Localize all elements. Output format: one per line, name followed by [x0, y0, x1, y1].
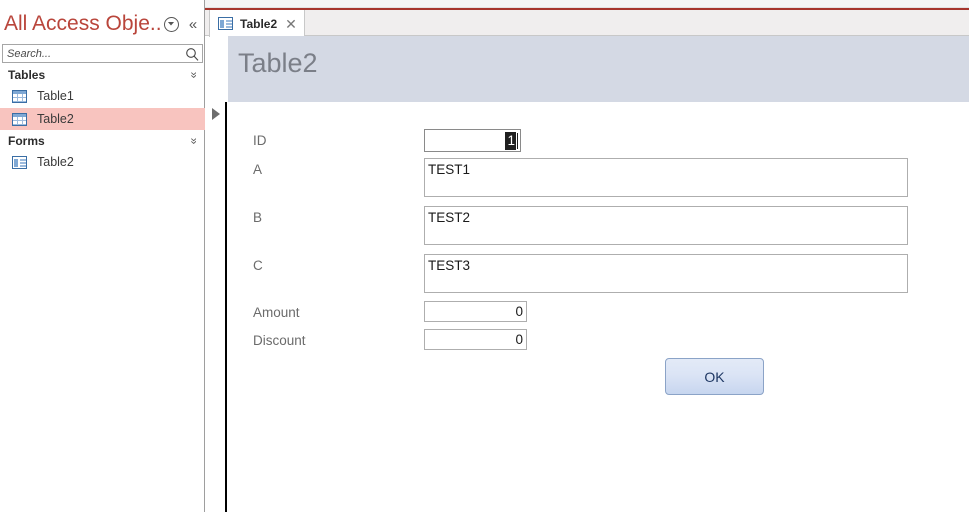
nav-group-forms[interactable]: Forms « — [0, 130, 205, 151]
discount-field[interactable] — [424, 329, 527, 350]
double-chevron-up-icon[interactable]: « — [186, 63, 200, 87]
sidebar-item-table1[interactable]: Table1 — [0, 85, 205, 107]
text-caret — [517, 132, 518, 149]
close-icon[interactable]: ✕ — [285, 17, 297, 31]
record-selector-arrow-icon — [212, 108, 220, 120]
nav-group-tables[interactable]: Tables « — [0, 64, 205, 85]
search-box[interactable] — [2, 44, 203, 63]
sidebar-item-label: Table2 — [37, 112, 74, 126]
access-window: All Access Obje... « Tables « T — [0, 0, 969, 512]
page-title: Table2 — [238, 48, 318, 78]
label-discount: Discount — [253, 333, 306, 348]
label-c: C — [253, 258, 263, 273]
sidebar-item-table2[interactable]: Table2 — [0, 108, 205, 130]
sidebar-item-label: Table1 — [37, 89, 74, 103]
label-amount: Amount — [253, 305, 300, 320]
amount-field[interactable] — [424, 301, 527, 322]
id-field-value: 1 — [505, 131, 516, 150]
ok-button[interactable]: OK — [665, 358, 764, 395]
nav-group-label: Forms — [8, 133, 45, 148]
navigation-pane-title: All Access Obje... — [4, 12, 161, 35]
tab-table2[interactable]: Table2 ✕ — [209, 10, 305, 37]
tab-label: Table2 — [240, 16, 278, 31]
document-tab-strip: Table2 ✕ — [205, 8, 969, 37]
form-detail-section: ID 1 A B C Amount Discount OK — [229, 102, 969, 512]
navigation-pane-header: All Access Obje... « — [0, 8, 205, 40]
table-icon — [12, 89, 27, 103]
navigation-pane: All Access Obje... « Tables « T — [0, 0, 205, 512]
sidebar-item-label: Table2 — [37, 155, 74, 169]
double-chevron-up-icon[interactable]: « — [186, 129, 200, 153]
chevron-down-circle-icon[interactable] — [161, 14, 181, 34]
b-field[interactable] — [424, 206, 908, 245]
double-chevron-left-icon[interactable]: « — [183, 14, 203, 34]
id-field[interactable]: 1 — [424, 129, 521, 152]
label-a: A — [253, 162, 263, 177]
nav-group-label: Tables — [8, 67, 46, 82]
search-icon[interactable] — [182, 45, 202, 62]
record-selector[interactable] — [206, 102, 227, 512]
label-id: ID — [253, 133, 267, 148]
form-icon — [218, 17, 233, 30]
form-icon — [12, 155, 27, 169]
label-b: B — [253, 210, 263, 225]
search-input[interactable] — [3, 46, 182, 61]
form-header: Table2 — [228, 36, 969, 102]
table-icon — [12, 112, 27, 126]
c-field[interactable] — [424, 254, 908, 293]
sidebar-item-form-table2[interactable]: Table2 — [0, 151, 205, 173]
a-field[interactable] — [424, 158, 908, 197]
